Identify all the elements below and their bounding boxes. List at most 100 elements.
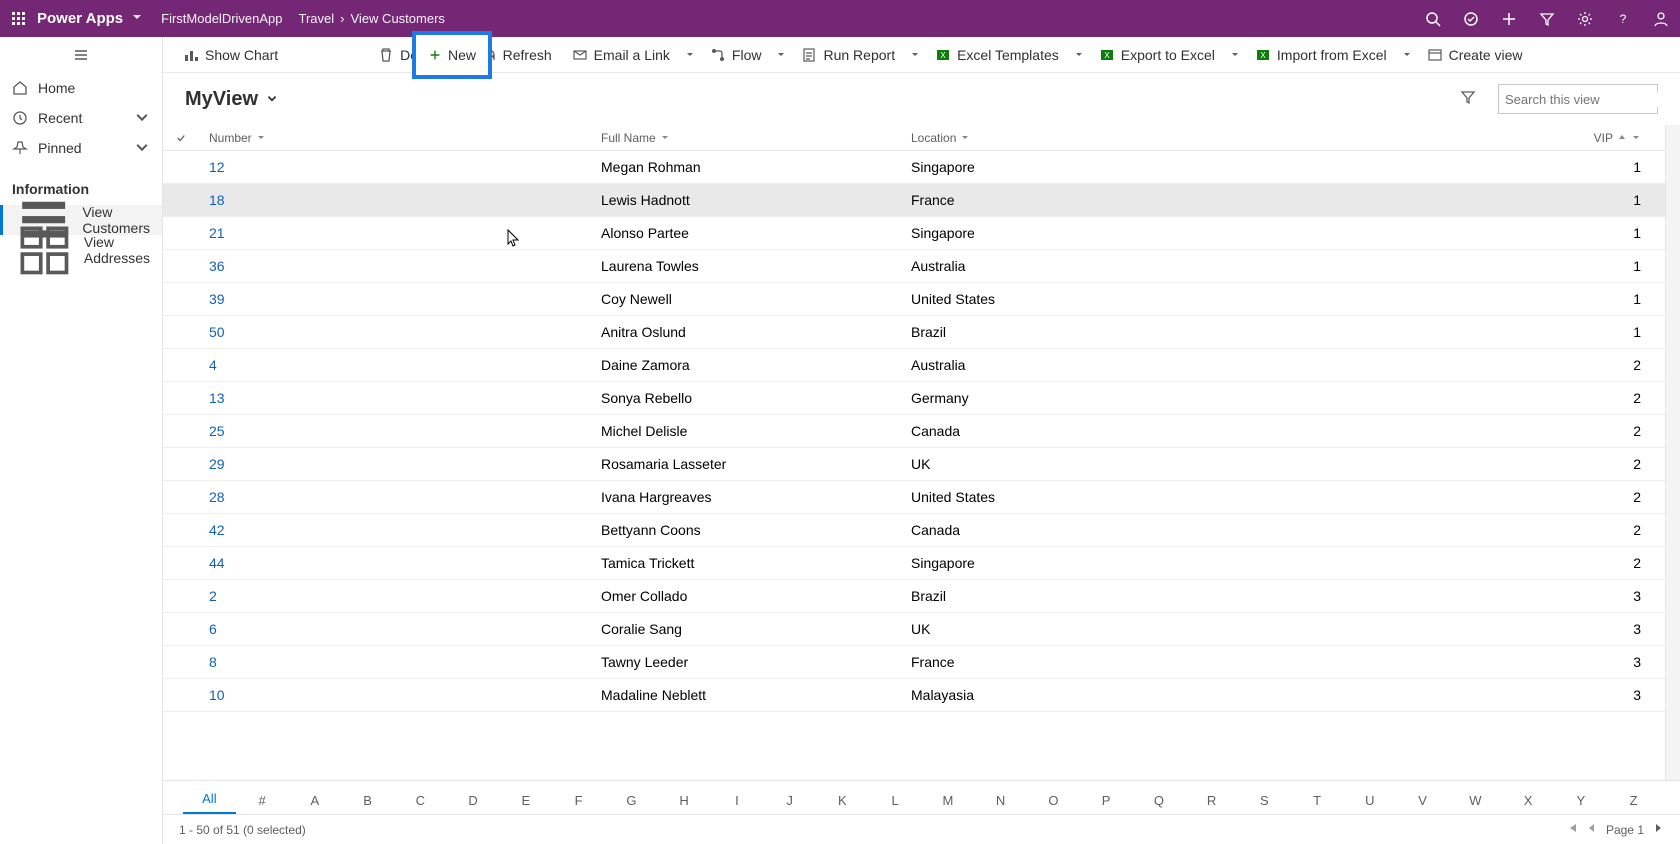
cell-number[interactable]: 13 (199, 390, 601, 406)
crumb-page[interactable]: View Customers (351, 11, 445, 26)
cell-number[interactable]: 36 (199, 258, 601, 274)
nav-recent[interactable]: Recent (0, 103, 162, 133)
alpha-filter-j[interactable]: J (763, 793, 816, 814)
select-all-checkbox[interactable] (163, 133, 199, 143)
cell-number[interactable]: 25 (199, 423, 601, 439)
table-row[interactable]: 36Laurena TowlesAustralia1 (163, 250, 1665, 283)
help-icon[interactable]: ? (1604, 0, 1642, 37)
app-launcher[interactable] (0, 11, 37, 27)
alpha-filter-e[interactable]: E (500, 793, 553, 814)
cmd-email-split[interactable] (680, 37, 700, 73)
alpha-filter-h[interactable]: H (658, 793, 711, 814)
alpha-filter-x[interactable]: X (1502, 793, 1555, 814)
hamburger-icon[interactable] (0, 37, 162, 73)
cell-number[interactable]: 42 (199, 522, 601, 538)
col-number-header[interactable]: Number (199, 131, 601, 145)
col-fullname-header[interactable]: Full Name (601, 131, 911, 145)
alpha-filter-w[interactable]: W (1449, 793, 1502, 814)
alpha-filter-r[interactable]: R (1185, 793, 1238, 814)
cmd-templates-split[interactable] (1069, 37, 1089, 73)
cell-number[interactable]: 4 (199, 357, 601, 373)
alpha-filter-c[interactable]: C (394, 793, 447, 814)
cell-number[interactable]: 44 (199, 555, 601, 571)
table-row[interactable]: 2Omer ColladoBrazil3 (163, 580, 1665, 613)
table-row[interactable]: 4Daine ZamoraAustralia2 (163, 349, 1665, 382)
crumb-area[interactable]: Travel (299, 11, 335, 26)
alpha-filter-z[interactable]: Z (1607, 793, 1660, 814)
table-row[interactable]: 10Madaline NeblettMalayasia3 (163, 679, 1665, 712)
cmd-flow-split[interactable] (771, 37, 791, 73)
cell-number[interactable]: 50 (199, 324, 601, 340)
alpha-filter-k[interactable]: K (816, 793, 869, 814)
brand-title[interactable]: Power Apps (37, 10, 123, 27)
search-field[interactable] (1505, 92, 1680, 107)
alpha-filter-b[interactable]: B (341, 793, 394, 814)
cell-number[interactable]: 39 (199, 291, 601, 307)
alpha-filter-y[interactable]: Y (1555, 793, 1608, 814)
col-location-header[interactable]: Location (911, 131, 1223, 145)
alpha-filter-q[interactable]: Q (1133, 793, 1186, 814)
add-icon[interactable] (1490, 0, 1528, 37)
nav-pinned[interactable]: Pinned (0, 133, 162, 163)
cell-number[interactable]: 21 (199, 225, 601, 241)
alpha-filter-g[interactable]: G (605, 793, 658, 814)
table-row[interactable]: 25Michel DelisleCanada2 (163, 415, 1665, 448)
sidebar-item-view-addresses[interactable]: View Addresses (0, 235, 162, 265)
table-row[interactable]: 21Alonso ParteeSingapore1 (163, 217, 1665, 250)
alpha-filter-d[interactable]: D (447, 793, 500, 814)
cmd-run-report[interactable]: Run Report (791, 37, 905, 73)
alpha-filter-v[interactable]: V (1396, 793, 1449, 814)
table-row[interactable]: 39Coy NewellUnited States1 (163, 283, 1665, 316)
alpha-filter-l[interactable]: L (869, 793, 922, 814)
page-first[interactable] (1566, 822, 1578, 837)
alpha-filter-s[interactable]: S (1238, 793, 1291, 814)
cell-number[interactable]: 2 (199, 588, 601, 604)
cell-number[interactable]: 10 (199, 687, 601, 703)
cmd-email-link[interactable]: Email a Link (562, 37, 680, 73)
alpha-filter-n[interactable]: N (974, 793, 1027, 814)
nav-home[interactable]: Home (0, 73, 162, 103)
vertical-scrollbar[interactable] (1665, 125, 1680, 780)
table-row[interactable]: 42Bettyann CoonsCanada2 (163, 514, 1665, 547)
cmd-import-split[interactable] (1397, 37, 1417, 73)
cmd-report-split[interactable] (905, 37, 925, 73)
cmd-export-excel[interactable]: X Export to Excel (1089, 37, 1225, 73)
cmd-flow[interactable]: Flow (700, 37, 772, 73)
alpha-filter-p[interactable]: P (1080, 793, 1133, 814)
page-next[interactable] (1652, 822, 1664, 837)
search-input[interactable] (1498, 84, 1658, 114)
account-icon[interactable] (1642, 0, 1680, 37)
cmd-excel-templates[interactable]: X Excel Templates (925, 37, 1069, 73)
cmd-new[interactable]: New (412, 31, 492, 79)
alpha-filter-o[interactable]: O (1027, 793, 1080, 814)
alpha-filter-i[interactable]: I (711, 793, 764, 814)
cmd-create-view[interactable]: Create view (1417, 37, 1533, 73)
cell-number[interactable]: 12 (199, 159, 601, 175)
table-row[interactable]: 50Anitra OslundBrazil1 (163, 316, 1665, 349)
cell-number[interactable]: 6 (199, 621, 601, 637)
filter-icon[interactable] (1460, 88, 1476, 111)
alpha-filter-a[interactable]: A (289, 793, 342, 814)
col-vip-header[interactable]: VIP (1223, 131, 1665, 145)
task-icon[interactable] (1452, 0, 1490, 37)
table-row[interactable]: 12Megan RohmanSingapore1 (163, 151, 1665, 184)
cell-number[interactable]: 8 (199, 654, 601, 670)
cell-number[interactable]: 29 (199, 456, 601, 472)
table-row[interactable]: 18Lewis HadnottFrance1 (163, 184, 1665, 217)
cmd-import-excel[interactable]: X Import from Excel (1245, 37, 1397, 73)
cmd-show-chart[interactable]: Show Chart (173, 37, 288, 73)
alpha-filter-m[interactable]: M (922, 793, 975, 814)
search-icon[interactable] (1414, 0, 1452, 37)
table-row[interactable]: 28Ivana HargreavesUnited States2 (163, 481, 1665, 514)
table-row[interactable]: 6Coralie SangUK3 (163, 613, 1665, 646)
chevron-down-icon[interactable] (266, 93, 278, 105)
gear-icon[interactable] (1566, 0, 1604, 37)
cell-number[interactable]: 28 (199, 489, 601, 505)
alpha-filter-#[interactable]: # (236, 793, 289, 814)
alpha-filter-f[interactable]: F (552, 793, 605, 814)
table-row[interactable]: 8Tawny LeederFrance3 (163, 646, 1665, 679)
alpha-filter-u[interactable]: U (1344, 793, 1397, 814)
alpha-filter-t[interactable]: T (1291, 793, 1344, 814)
page-prev[interactable] (1586, 822, 1598, 837)
app-name-crumb[interactable]: FirstModelDrivenApp (161, 11, 282, 26)
